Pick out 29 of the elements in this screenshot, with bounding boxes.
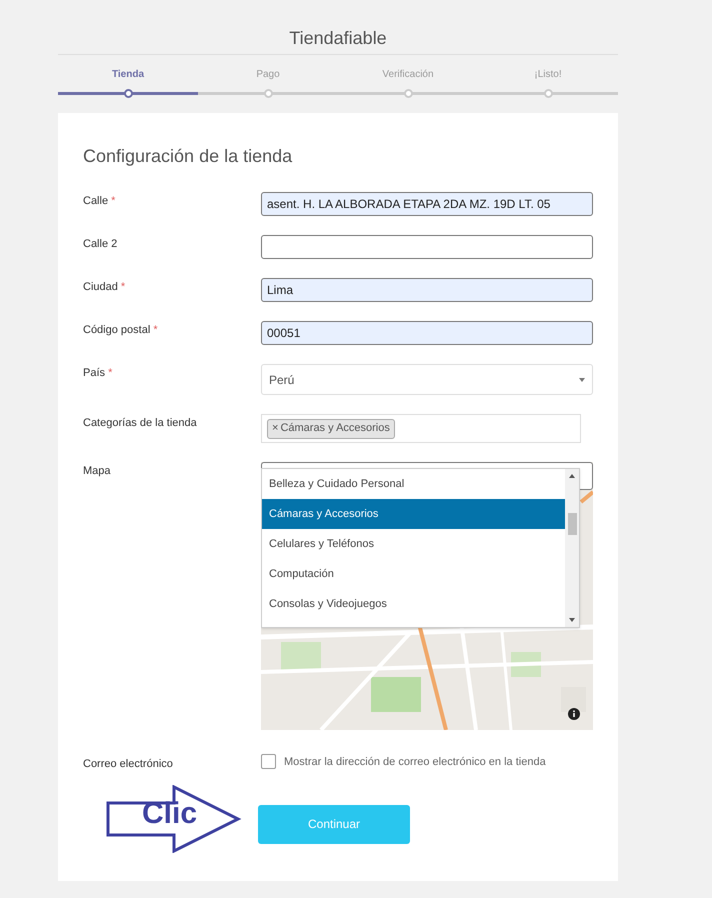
field-label: País * (83, 367, 112, 379)
field-label: Mapa (83, 465, 111, 477)
dropdown-option[interactable]: Celulares y Teléfonos (262, 529, 565, 559)
caret-icon (579, 378, 585, 382)
categories-field[interactable]: × Cámaras y Accesorios (261, 414, 581, 443)
text-field[interactable]: asent. H. LA ALBORADA ETAPA 2DA MZ. 19D LT. 05 (261, 192, 593, 216)
form-heading: Configuración de la tienda (83, 145, 294, 168)
field-label: Categorías de la tienda (83, 417, 197, 429)
remove-tag-button[interactable]: × (272, 420, 278, 437)
dropdown-option[interactable]: Belleza y Cuidado Personal (262, 469, 565, 499)
text-field[interactable]: 00051 (261, 321, 593, 345)
step-tab[interactable]: Tienda (58, 67, 198, 82)
info-icon[interactable] (568, 708, 580, 720)
checkbox-label: Mostrar la dirección de correo electrónico en la tienda (284, 754, 546, 770)
scrollbar[interactable] (565, 469, 579, 627)
checkbox[interactable] (261, 754, 276, 770)
dropdown-option[interactable]: Computación (262, 559, 565, 589)
category-tag: × Cámaras y Accesorios (267, 418, 395, 438)
text-field[interactable]: Lima (261, 278, 593, 302)
dropdown-option[interactable]: Cámaras y Accesorios (262, 499, 565, 529)
dropdown-option[interactable]: Consolas y Videojuegos (262, 589, 565, 619)
field-label: Código postal * (83, 324, 158, 336)
country-select[interactable]: Perú (261, 364, 593, 395)
field-label: Calle * (83, 195, 116, 207)
text-field[interactable] (261, 235, 593, 259)
field-label: Calle 2 (83, 238, 118, 250)
field-label: Ciudad * (83, 281, 126, 293)
field-label: Correo electrónico (83, 758, 173, 770)
site-title: Tiendafiable (58, 25, 618, 55)
